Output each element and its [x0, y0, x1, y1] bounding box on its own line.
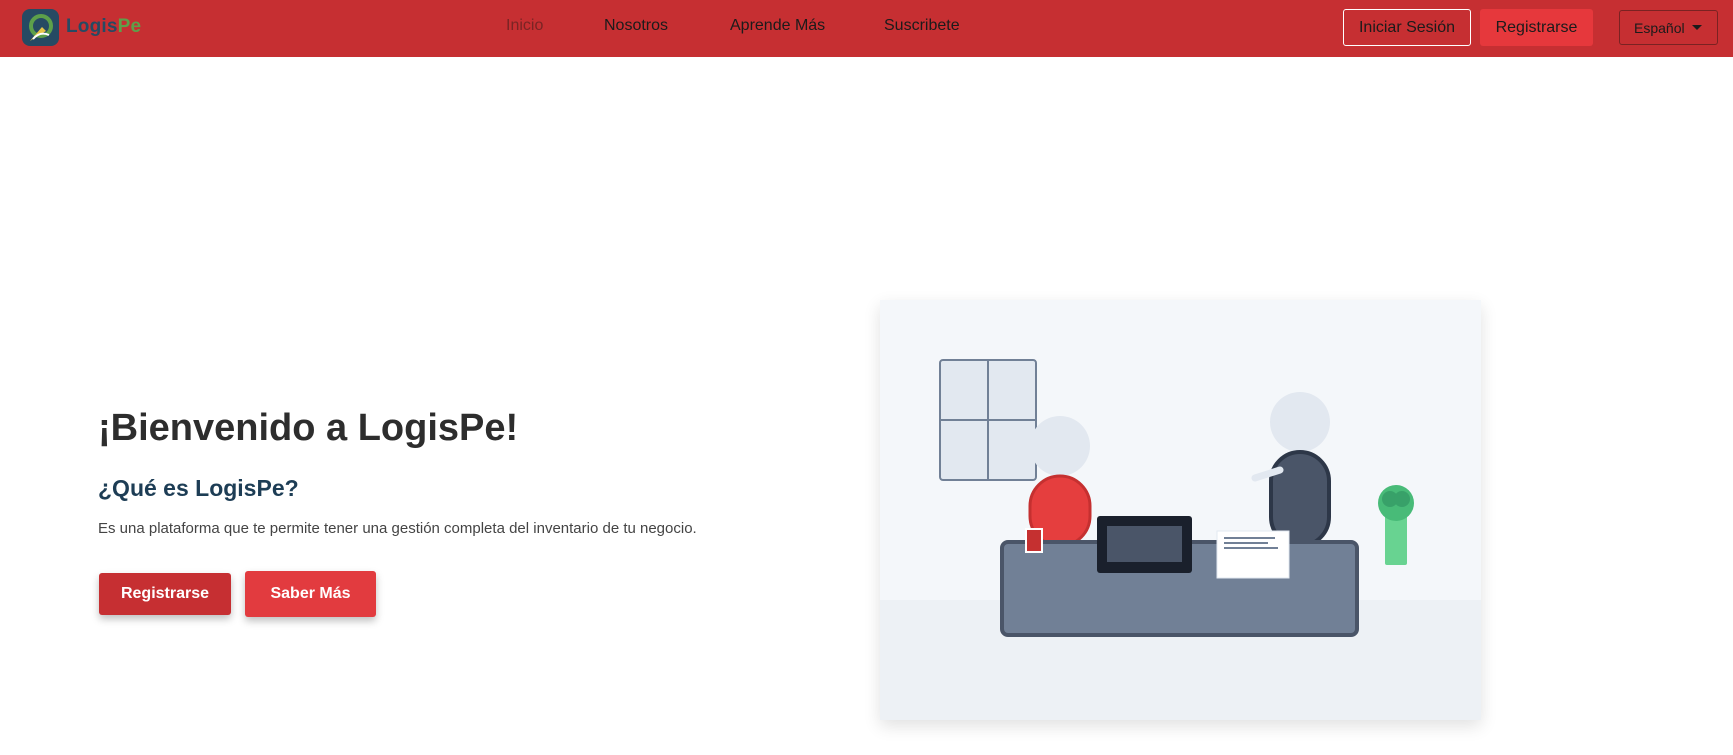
- nav-link-inicio[interactable]: Inicio: [506, 17, 543, 35]
- cup-icon: [1025, 528, 1043, 553]
- language-select[interactable]: Español: [1619, 10, 1718, 45]
- hero-learn-more-button[interactable]: Saber Más: [245, 571, 376, 617]
- brand-name: LogisPe: [66, 16, 141, 38]
- brand-name-part2: Pe: [117, 16, 142, 37]
- hero-subtitle: ¿Qué es LogisPe?: [98, 475, 299, 501]
- hero-title: ¡Bienvenido a LogisPe!: [98, 407, 519, 449]
- logispe-logo-icon: [22, 8, 59, 46]
- caret-down-icon: [1691, 25, 1702, 30]
- brand-name-part1: Logis: [66, 16, 118, 37]
- login-button[interactable]: Iniciar Sesión: [1343, 9, 1471, 46]
- language-select-value: Español: [1634, 19, 1685, 36]
- navbar: LogisPe Inicio Nosotros Aprende Más Susc…: [0, 0, 1733, 57]
- hero-register-button[interactable]: Registrarse: [99, 573, 231, 615]
- document-icon: [1216, 530, 1290, 579]
- nav-link-suscribete[interactable]: Suscribete: [884, 17, 960, 35]
- brand-home-link[interactable]: LogisPe: [22, 8, 141, 46]
- nav-link-aprende-mas[interactable]: Aprende Más: [730, 17, 825, 35]
- register-button-nav[interactable]: Registrarse: [1480, 9, 1593, 46]
- hero-description: Es una plataforma que te permite tener u…: [98, 520, 697, 537]
- office-scene-illustration: [880, 300, 1481, 720]
- nav-link-nosotros[interactable]: Nosotros: [604, 17, 668, 35]
- hero-illustration: [880, 300, 1481, 720]
- window-icon: [939, 359, 1037, 481]
- nav-links: Inicio Nosotros Aprende Más Suscribete: [0, 0, 1733, 57]
- monitor-icon: [1097, 516, 1192, 573]
